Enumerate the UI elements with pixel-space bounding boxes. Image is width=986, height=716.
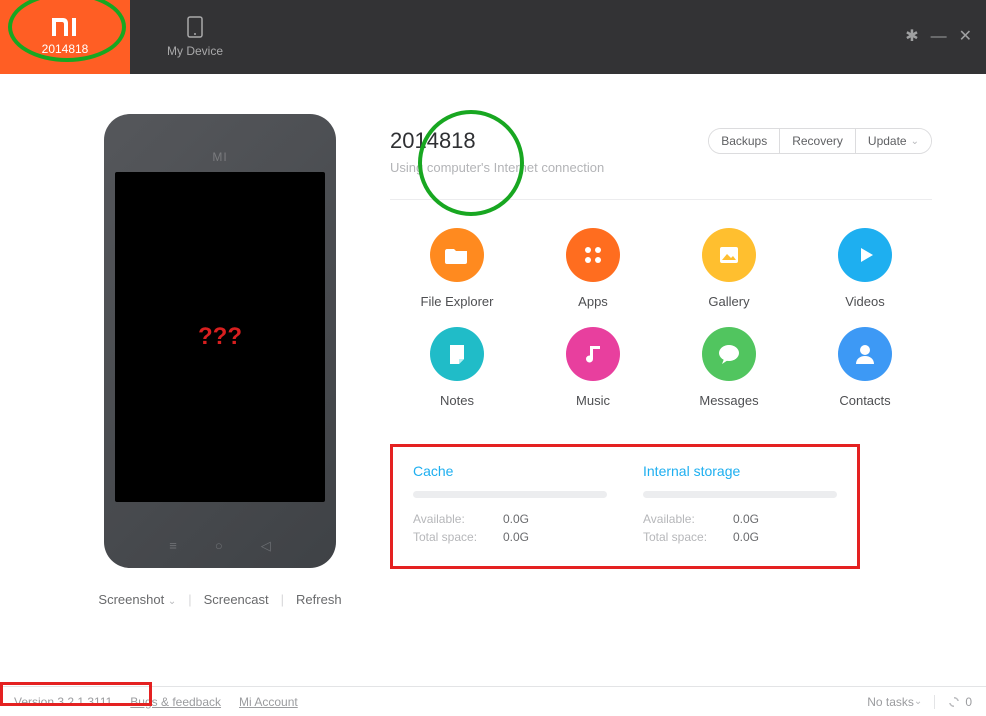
- sync-count: 0: [965, 695, 972, 709]
- storage-cache-bar: [413, 491, 607, 498]
- internal-total: 0.0G: [733, 530, 759, 544]
- tile-label: Music: [576, 393, 610, 408]
- tile-messages[interactable]: Messages: [666, 327, 792, 408]
- tile-videos[interactable]: Videos: [802, 228, 928, 309]
- storage-internal: Internal storage Available:0.0G Total sp…: [643, 463, 837, 548]
- tile-label: Contacts: [839, 393, 890, 408]
- video-icon: [838, 228, 892, 282]
- titlebar: 2014818 My Device ✱ — ✕: [0, 0, 986, 74]
- mi-logo-icon: [52, 18, 78, 36]
- update-button[interactable]: Update ⌄: [856, 129, 931, 153]
- phone-brand: MI: [212, 150, 227, 164]
- tile-file-explorer[interactable]: File Explorer: [394, 228, 520, 309]
- refresh-button[interactable]: Refresh: [288, 592, 350, 607]
- tile-grid: File Explorer Apps Gallery Videos Notes Music…: [390, 228, 932, 408]
- tile-label: Gallery: [708, 294, 749, 309]
- version-label: Version 3.2.1.3111: [14, 695, 112, 709]
- storage-internal-bar: [643, 491, 837, 498]
- tile-label: Apps: [578, 294, 608, 309]
- screencast-button[interactable]: Screencast: [196, 592, 277, 607]
- gallery-icon: [702, 228, 756, 282]
- chevron-down-icon: ⌄: [914, 696, 922, 707]
- tile-contacts[interactable]: Contacts: [802, 327, 928, 408]
- folder-icon: [430, 228, 484, 282]
- contact-icon: [838, 327, 892, 381]
- internal-available: 0.0G: [733, 512, 759, 526]
- tile-music[interactable]: Music: [530, 327, 656, 408]
- storage-internal-title: Internal storage: [643, 463, 837, 479]
- tab-label: 2014818: [42, 42, 89, 56]
- phone-screen: ???: [115, 172, 325, 502]
- storage-cache: Cache Available:0.0G Total space:0.0G: [413, 463, 607, 548]
- music-icon: [566, 327, 620, 381]
- bugs-feedback-link[interactable]: Bugs & feedback: [130, 695, 221, 709]
- mi-account-link[interactable]: Mi Account: [239, 695, 298, 709]
- tab-device-2014818[interactable]: 2014818: [0, 0, 130, 74]
- screenshot-button[interactable]: Screenshot ⌄: [90, 592, 184, 607]
- recovery-button[interactable]: Recovery: [780, 129, 856, 153]
- device-subtitle: Using computer's Internet connection: [390, 160, 604, 175]
- cache-available: 0.0G: [503, 512, 529, 526]
- tasks-label[interactable]: No tasks: [867, 695, 914, 709]
- settings-icon[interactable]: ✱: [905, 29, 918, 45]
- tab-my-device[interactable]: My Device: [130, 0, 260, 74]
- device-name: 2014818: [390, 128, 604, 154]
- backups-button[interactable]: Backups: [709, 129, 780, 153]
- sync-status[interactable]: 0: [934, 695, 972, 709]
- phone-nav-keys: ≡○◁: [104, 538, 336, 554]
- chevron-down-icon: ⌄: [911, 136, 919, 147]
- tile-label: Notes: [440, 393, 474, 408]
- apps-icon: [566, 228, 620, 282]
- tab-label: My Device: [167, 44, 223, 58]
- tile-label: Videos: [845, 294, 885, 309]
- tile-apps[interactable]: Apps: [530, 228, 656, 309]
- chevron-down-icon: ⌄: [168, 596, 176, 607]
- tile-gallery[interactable]: Gallery: [666, 228, 792, 309]
- note-icon: [430, 327, 484, 381]
- storage-panel: Cache Available:0.0G Total space:0.0G In…: [390, 444, 860, 569]
- phone-actions: Screenshot ⌄ | Screencast | Refresh: [90, 592, 349, 607]
- tile-label: File Explorer: [421, 294, 494, 309]
- phone-screen-text: ???: [198, 323, 242, 351]
- sync-icon: [947, 695, 961, 709]
- window-controls: ✱ — ✕: [905, 0, 986, 74]
- statusbar: Version 3.2.1.3111 Bugs & feedback Mi Ac…: [0, 686, 986, 716]
- phone-preview: MI ??? ≡○◁: [104, 114, 336, 568]
- tile-notes[interactable]: Notes: [394, 327, 520, 408]
- close-icon[interactable]: ✕: [959, 29, 972, 45]
- message-icon: [702, 327, 756, 381]
- device-button-group: Backups Recovery Update ⌄: [708, 128, 932, 154]
- minimize-icon[interactable]: —: [931, 29, 947, 45]
- cache-total: 0.0G: [503, 530, 529, 544]
- storage-cache-title: Cache: [413, 463, 607, 479]
- tile-label: Messages: [699, 393, 758, 408]
- phone-icon: [187, 16, 203, 38]
